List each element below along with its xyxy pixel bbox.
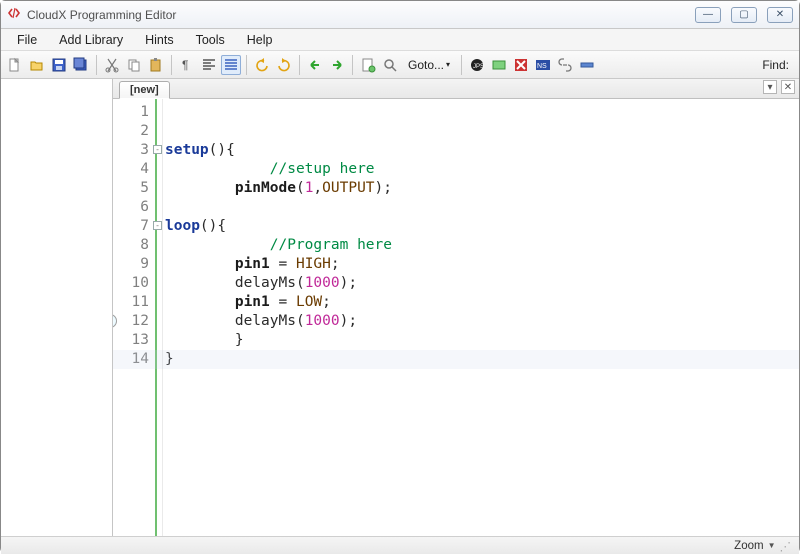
arrow-right-icon[interactable] — [327, 55, 347, 75]
pilcrow-icon[interactable]: ¶ — [177, 55, 197, 75]
svg-text:JPS: JPS — [473, 64, 484, 70]
code-line[interactable]: delayMs(1000); — [165, 312, 799, 331]
line-number: 2 — [113, 122, 149, 141]
stop-icon[interactable] — [511, 55, 531, 75]
close-button[interactable]: ✕ — [767, 7, 793, 23]
window-title: CloudX Programming Editor — [27, 8, 685, 22]
align-left-icon[interactable] — [199, 55, 219, 75]
toolbar-separator — [461, 55, 462, 75]
line-number: 3 — [113, 141, 149, 160]
line-number: 13 — [113, 331, 149, 350]
code-line[interactable]: } — [165, 331, 799, 350]
tab-menu-icon[interactable]: ▾ — [763, 80, 777, 94]
undo-icon[interactable] — [252, 55, 272, 75]
line-number: 8 — [113, 236, 149, 255]
line-number: 14 — [113, 350, 149, 369]
workspace: [new] ▾ ✕ 1234567891011121314 -- setup()… — [1, 79, 799, 536]
svg-text:¶: ¶ — [182, 58, 188, 72]
line-number: 1 — [113, 103, 149, 122]
save-icon[interactable] — [49, 55, 69, 75]
tab-close-icon[interactable]: ✕ — [781, 80, 795, 94]
paste-icon[interactable] — [146, 55, 166, 75]
minimize-button[interactable]: — — [695, 7, 721, 23]
code-line[interactable]: //setup here — [165, 160, 799, 179]
line-number: 9 — [113, 255, 149, 274]
line-number: 7 — [113, 217, 149, 236]
code-line[interactable]: } — [165, 350, 799, 369]
toolbar-separator — [171, 55, 172, 75]
window-titlebar: CloudX Programming Editor — ▢ ✕ — [1, 1, 799, 29]
nsis-icon[interactable]: NS — [533, 55, 553, 75]
code-line[interactable]: setup(){ — [165, 141, 799, 160]
document-icon[interactable] — [358, 55, 378, 75]
line-number: 11 — [113, 293, 149, 312]
search-icon[interactable] — [380, 55, 400, 75]
menu-help[interactable]: Help — [237, 31, 283, 49]
zoom-label[interactable]: Zoom — [734, 540, 763, 552]
menu-add-library[interactable]: Add Library — [49, 31, 133, 49]
new-file-icon[interactable] — [5, 55, 25, 75]
editor-area: [new] ▾ ✕ 1234567891011121314 -- setup()… — [113, 79, 799, 536]
fold-toggle-icon[interactable]: - — [153, 145, 162, 154]
toolbar-separator — [352, 55, 353, 75]
line-number: 5 — [113, 179, 149, 198]
line-number: 10 — [113, 274, 149, 293]
chip-icon[interactable]: JPS — [467, 55, 487, 75]
line-number-gutter: 1234567891011121314 — [113, 99, 157, 536]
toolbar-separator — [246, 55, 247, 75]
line-number: 12 — [113, 312, 149, 331]
cut-icon[interactable] — [102, 55, 122, 75]
toolbar-separator — [96, 55, 97, 75]
code-line[interactable]: delayMs(1000); — [165, 274, 799, 293]
menu-hints[interactable]: Hints — [135, 31, 183, 49]
link-icon[interactable] — [555, 55, 575, 75]
find-section: Find: — [762, 58, 795, 72]
code-line[interactable] — [165, 103, 799, 122]
app-icon — [7, 6, 21, 23]
tab-new[interactable]: [new] — [119, 81, 170, 99]
fold-toggle-icon[interactable]: - — [153, 221, 162, 230]
arrow-left-icon[interactable] — [305, 55, 325, 75]
statusbar: Zoom ▼ ⋰ — [1, 536, 799, 554]
tab-controls: ▾ ✕ — [763, 80, 795, 94]
menubar: File Add Library Hints Tools Help — [1, 29, 799, 51]
line-number: 6 — [113, 198, 149, 217]
line-number: 4 — [113, 160, 149, 179]
align-justify-icon[interactable] — [221, 55, 241, 75]
code-line[interactable]: //Program here — [165, 236, 799, 255]
project-sidebar[interactable] — [1, 79, 113, 536]
copy-icon[interactable] — [124, 55, 144, 75]
zoom-dropdown-icon[interactable]: ▼ — [768, 541, 776, 550]
goto-label: Goto... — [408, 58, 444, 72]
open-file-icon[interactable] — [27, 55, 47, 75]
menu-file[interactable]: File — [7, 31, 47, 49]
code-line[interactable]: pin1 = HIGH; — [165, 255, 799, 274]
toolbar-separator — [299, 55, 300, 75]
redo-icon[interactable] — [274, 55, 294, 75]
code-content[interactable]: setup(){ //setup here pinMode(1,OUTPUT);… — [163, 99, 799, 536]
save-all-icon[interactable] — [71, 55, 91, 75]
board-icon[interactable] — [489, 55, 509, 75]
tab-label: [new] — [130, 84, 159, 96]
code-line[interactable]: pinMode(1,OUTPUT); — [165, 179, 799, 198]
maximize-button[interactable]: ▢ — [731, 7, 757, 23]
code-line[interactable]: pin1 = LOW; — [165, 293, 799, 312]
code-line[interactable]: loop(){ — [165, 217, 799, 236]
code-line[interactable] — [165, 122, 799, 141]
toolbar: ¶ Goto... ▾ JPS NS Find: — [1, 51, 799, 79]
tab-strip: [new] ▾ ✕ — [113, 79, 799, 99]
goto-button[interactable]: Goto... ▾ — [402, 58, 456, 72]
code-editor[interactable]: 1234567891011121314 -- setup(){ //setup … — [113, 99, 799, 536]
menu-tools[interactable]: Tools — [186, 31, 235, 49]
code-line[interactable] — [165, 198, 799, 217]
statusbar-grip: ⋰ — [780, 539, 792, 553]
svg-text:NS: NS — [537, 63, 547, 70]
tool-icon[interactable] — [577, 55, 597, 75]
find-label: Find: — [762, 58, 789, 72]
